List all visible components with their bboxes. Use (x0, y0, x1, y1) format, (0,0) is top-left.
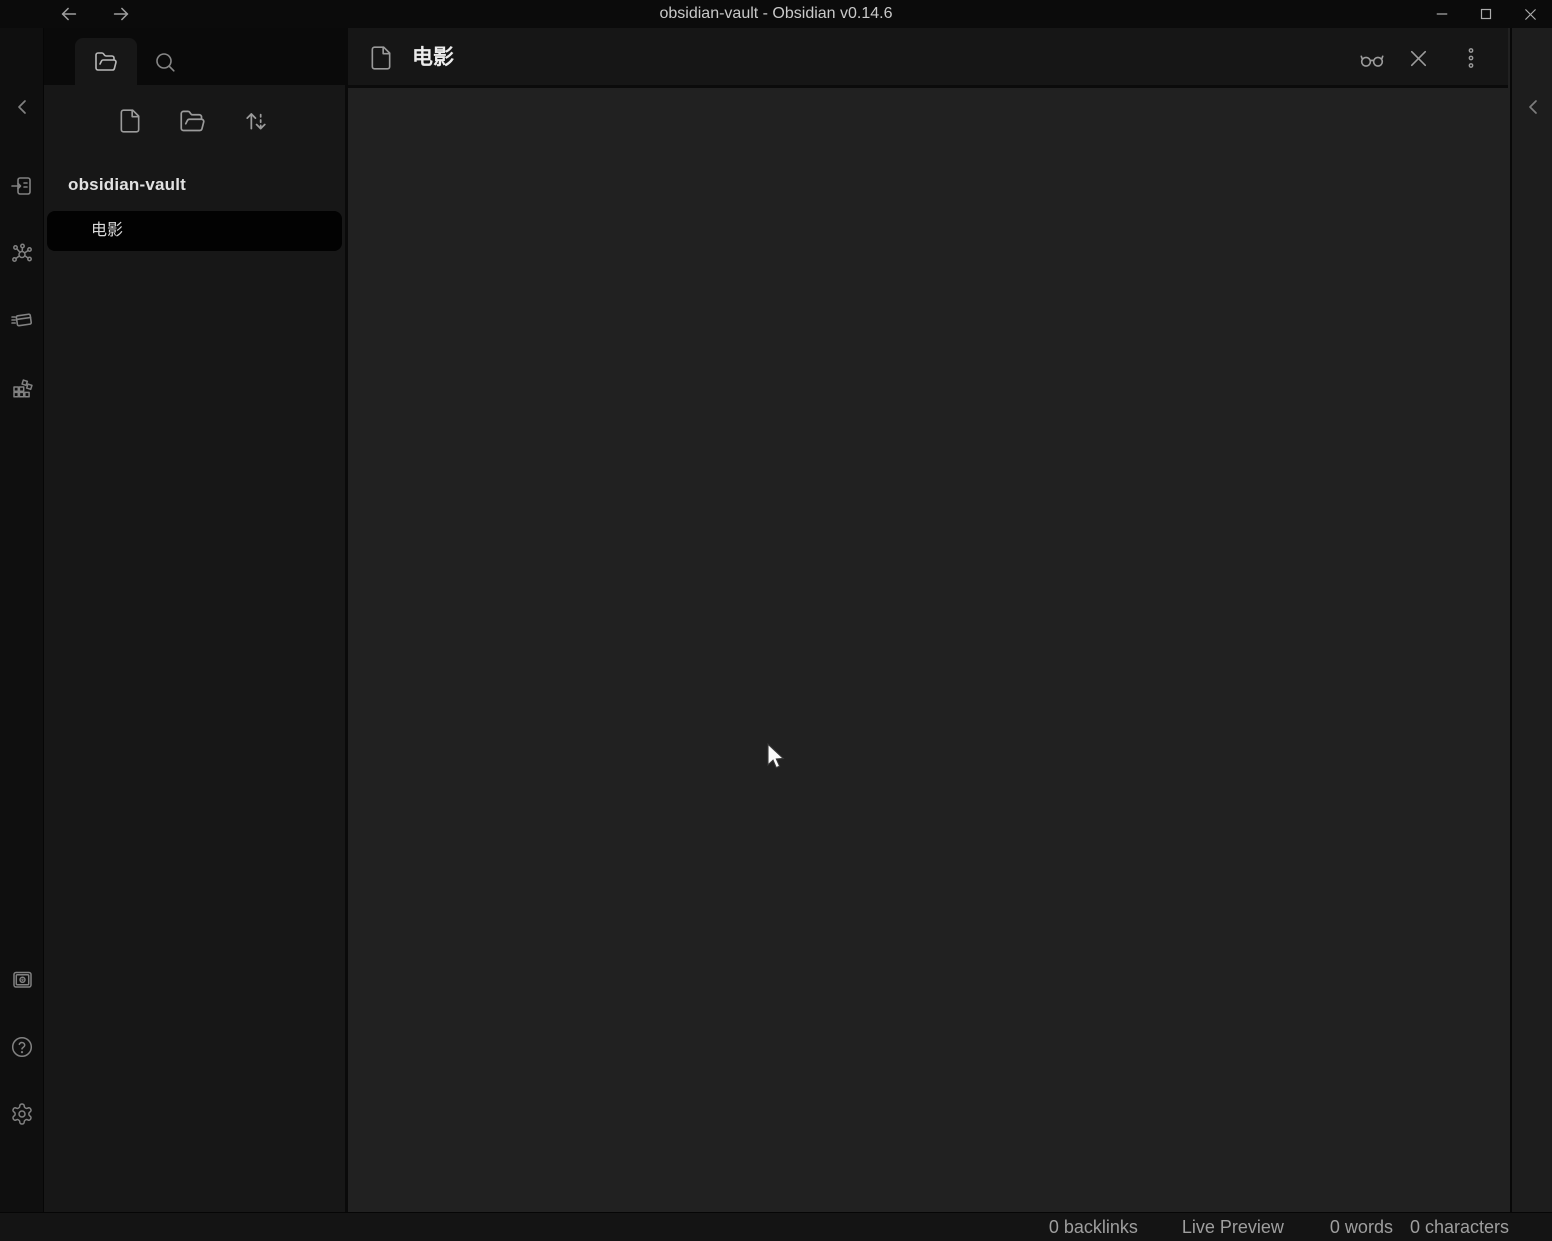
sort-order-button[interactable] (232, 98, 280, 144)
new-note-button[interactable] (106, 98, 154, 144)
note-content-area[interactable] (348, 91, 1508, 1212)
close-icon (1406, 46, 1431, 71)
new-folder-button[interactable] (168, 98, 216, 144)
reading-mode-icon (1359, 46, 1385, 72)
sidebar-tabbar (44, 28, 345, 85)
minimize-icon (1433, 5, 1451, 23)
graph-view-button[interactable] (10, 242, 34, 266)
more-options-button[interactable] (1459, 46, 1483, 70)
graph-view-icon (10, 242, 34, 266)
new-folder-icon (179, 108, 206, 135)
file-explorer-pane: obsidian-vault 电影 (44, 28, 345, 1212)
settings-icon (10, 1102, 34, 1126)
folder-icon (94, 50, 118, 74)
view-header: 电影 (348, 28, 1508, 88)
note-title: 电影 (412, 28, 454, 88)
expand-right-sidebar-button[interactable] (1521, 95, 1545, 119)
file-item-selected[interactable]: 电影 (47, 211, 342, 251)
vault-icon (10, 968, 34, 992)
quick-switcher-button[interactable] (10, 174, 34, 198)
vault-title: obsidian-vault (68, 175, 186, 195)
close-pane-button[interactable] (1406, 46, 1430, 70)
command-palette-button[interactable] (10, 308, 34, 332)
titlebar: obsidian-vault - Obsidian v0.14.6 (0, 0, 1552, 28)
reading-mode-button[interactable] (1359, 46, 1383, 70)
collapse-left-sidebar-icon (10, 95, 34, 119)
new-note-icon (117, 108, 143, 134)
maximize-icon (1477, 5, 1495, 23)
backlinks-count[interactable]: 0 backlinks (1049, 1217, 1138, 1238)
open-vault-button[interactable] (10, 968, 34, 992)
collapse-left-sidebar-button[interactable] (10, 95, 34, 119)
quick-switcher-icon (10, 174, 34, 198)
more-options-icon (1459, 46, 1483, 70)
word-count: 0 words (1330, 1217, 1393, 1238)
right-sidebar-collapsed (1510, 28, 1552, 1212)
left-ribbon (0, 28, 44, 1212)
help-button[interactable] (10, 1035, 34, 1059)
maximize-button[interactable] (1464, 0, 1508, 28)
obsidian-window: obsidian-vault - Obsidian v0.14.6 (0, 0, 1552, 1241)
search-icon (153, 50, 177, 74)
settings-button[interactable] (10, 1102, 34, 1126)
window-controls (1420, 0, 1552, 28)
tab-file-explorer[interactable] (75, 38, 137, 85)
sort-icon (242, 107, 270, 135)
tab-search[interactable] (141, 38, 189, 85)
window-close-button[interactable] (1508, 0, 1552, 28)
editor-mode-toggle[interactable]: Live Preview (1182, 1217, 1284, 1238)
help-icon (10, 1035, 34, 1059)
file-icon (368, 45, 394, 71)
collapse-right-sidebar-icon (1521, 95, 1545, 119)
command-palette-icon (10, 308, 34, 332)
window-title: obsidian-vault - Obsidian v0.14.6 (0, 0, 1552, 28)
status-bar: 0 backlinks Live Preview 0 words 0 chara… (0, 1212, 1552, 1241)
editor-pane: 电影 (348, 28, 1508, 1212)
minimize-button[interactable] (1420, 0, 1464, 28)
random-note-button[interactable] (10, 376, 34, 400)
window-close-icon (1521, 5, 1540, 24)
blocks-icon (10, 376, 34, 400)
character-count: 0 characters (1410, 1217, 1509, 1238)
